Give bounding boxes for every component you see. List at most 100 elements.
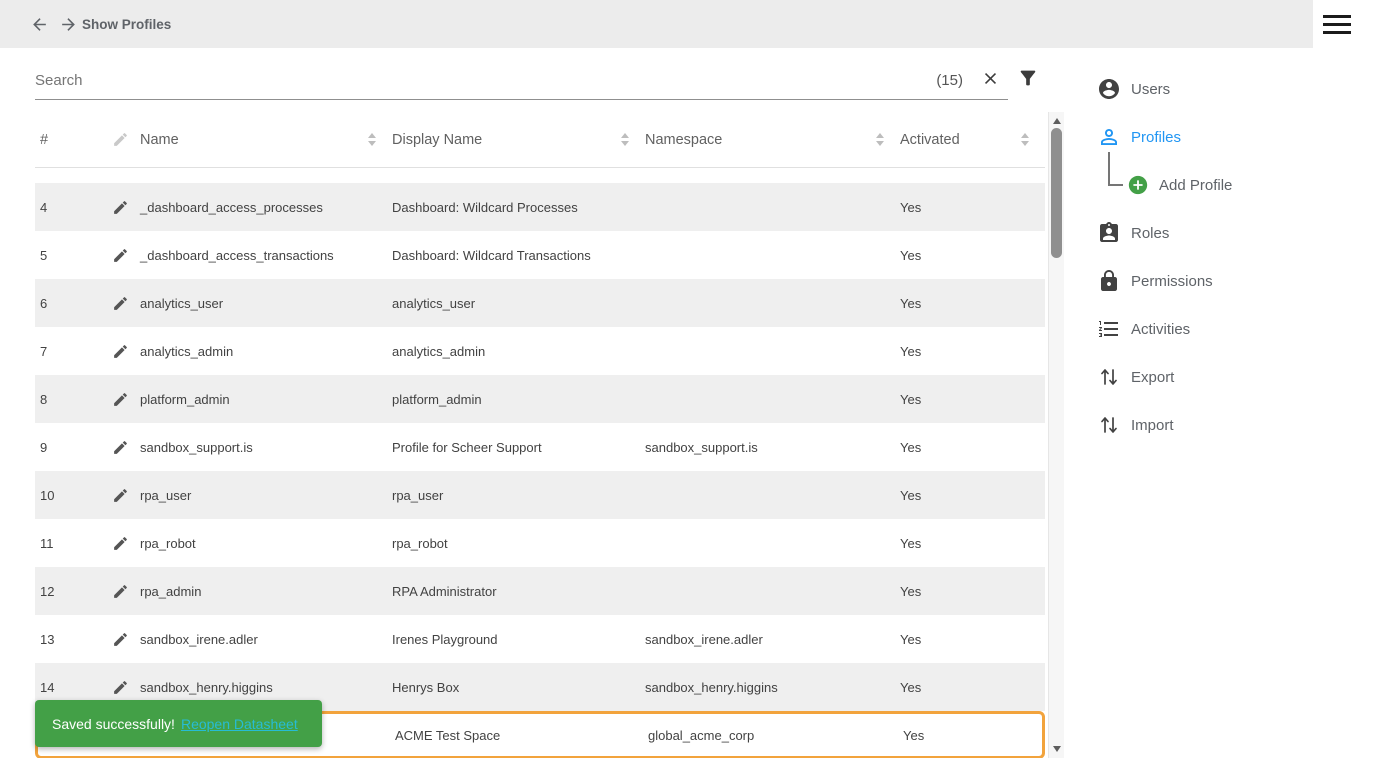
sort-namespace[interactable] (876, 133, 884, 146)
scrollbar-down-button[interactable] (1049, 742, 1064, 756)
cell-display-name: rpa_robot (392, 536, 645, 551)
sidebar-item-roles[interactable]: Roles (1085, 209, 1384, 257)
cell-display-name: Profile for Scheer Support (392, 440, 645, 455)
table-row[interactable]: 13 sandbox_irene.adler Irenes Playground… (35, 615, 1045, 663)
cell-activated: Yes (900, 392, 1045, 407)
clear-search-button[interactable] (981, 69, 1000, 91)
table-row[interactable]: 8 platform_admin platform_admin Yes (35, 375, 1045, 423)
result-count: (15) (936, 72, 963, 89)
cell-display-name: Dashboard: Wildcard Processes (392, 200, 645, 215)
sidebar-subtree: Add Profile (1085, 161, 1384, 209)
cell-activated: Yes (900, 632, 1045, 647)
person-outline-icon (1097, 125, 1121, 149)
partial-row (35, 168, 1045, 183)
cell-num: 5 (35, 248, 100, 263)
edit-icon (112, 391, 129, 408)
sidebar-item-activities[interactable]: Activities (1085, 305, 1384, 353)
cell-activated: Yes (900, 584, 1045, 599)
table-row[interactable]: 11 rpa_robot rpa_robot Yes (35, 519, 1045, 567)
edit-icon (112, 631, 129, 648)
cell-namespace: sandbox_henry.higgins (645, 680, 900, 695)
cell-activated: Yes (900, 440, 1045, 455)
edit-icon (112, 487, 129, 504)
table-row[interactable]: 9 sandbox_support.is Profile for Scheer … (35, 423, 1045, 471)
edit-button[interactable] (100, 391, 140, 408)
cell-num: 4 (35, 200, 100, 215)
edit-button[interactable] (100, 679, 140, 696)
edit-icon (112, 295, 129, 312)
back-arrow-icon[interactable] (30, 15, 49, 34)
table-row[interactable]: 4 _dashboard_access_processes Dashboard:… (35, 183, 1045, 231)
sort-display-name[interactable] (621, 133, 629, 146)
lock-icon (1097, 269, 1121, 293)
forward-arrow-icon[interactable] (59, 15, 78, 34)
scrollbar-up-button[interactable] (1049, 114, 1064, 128)
cell-num: 9 (35, 440, 100, 455)
cell-activated: Yes (900, 296, 1045, 311)
cell-name: _dashboard_access_transactions (140, 248, 392, 263)
edit-button[interactable] (100, 535, 140, 552)
cell-num: 11 (35, 536, 100, 551)
sidebar-item-add-profile[interactable]: Add Profile (1085, 161, 1384, 209)
search-input[interactable] (35, 72, 936, 89)
table-row[interactable]: 12 rpa_admin RPA Administrator Yes (35, 567, 1045, 615)
hamburger-menu-icon[interactable] (1323, 10, 1351, 39)
edit-icon (112, 679, 129, 696)
cell-num: 12 (35, 584, 100, 599)
toast-message: Saved successfully! (52, 716, 175, 732)
edit-button[interactable] (100, 631, 140, 648)
cell-name: analytics_user (140, 296, 392, 311)
profiles-table: # Name Display Name Namespace Activated … (35, 112, 1045, 758)
cell-name: rpa_robot (140, 536, 392, 551)
cell-namespace: sandbox_support.is (645, 440, 900, 455)
sidebar: Users Profiles Add Profile Roles Permiss… (1085, 48, 1384, 449)
edit-button[interactable] (100, 487, 140, 504)
nav-arrows (30, 0, 78, 48)
header-namespace: Namespace (645, 132, 900, 148)
sidebar-item-profiles[interactable]: Profiles (1085, 113, 1384, 161)
sidebar-item-users[interactable]: Users (1085, 65, 1384, 113)
import-export-icon (1097, 413, 1121, 437)
cell-display-name: Irenes Playground (392, 632, 645, 647)
cell-activated: Yes (900, 680, 1045, 695)
edit-button[interactable] (100, 343, 140, 360)
sort-activated[interactable] (1021, 133, 1029, 146)
table-row[interactable]: 5 _dashboard_access_transactions Dashboa… (35, 231, 1045, 279)
edit-button[interactable] (100, 295, 140, 312)
filter-button[interactable] (1017, 67, 1039, 92)
cell-num: 6 (35, 296, 100, 311)
table-row[interactable]: 10 rpa_user rpa_user Yes (35, 471, 1045, 519)
edit-button[interactable] (100, 583, 140, 600)
cell-display-name: RPA Administrator (392, 584, 645, 599)
cell-num: 8 (35, 392, 100, 407)
reopen-datasheet-link[interactable]: Reopen Datasheet (181, 716, 298, 732)
sort-name[interactable] (368, 133, 376, 146)
table-row[interactable]: 6 analytics_user analytics_user Yes (35, 279, 1045, 327)
cell-activated: Yes (900, 488, 1045, 503)
sidebar-item-import[interactable]: Import (1085, 401, 1384, 449)
scrollbar-thumb[interactable] (1051, 128, 1062, 258)
close-icon (981, 69, 1000, 88)
edit-button[interactable] (100, 439, 140, 456)
cell-num: 14 (35, 680, 100, 695)
cell-name: _dashboard_access_processes (140, 200, 392, 215)
table-header: # Name Display Name Namespace Activated (35, 112, 1045, 168)
sidebar-item-permissions[interactable]: Permissions (1085, 257, 1384, 305)
header-num: # (35, 132, 100, 148)
cell-display-name: Dashboard: Wildcard Transactions (392, 248, 645, 263)
cell-display-name: ACME Test Space (395, 728, 648, 743)
cell-activated: Yes (900, 248, 1045, 263)
header-activated: Activated (900, 132, 1045, 148)
page-title: Show Profiles (82, 0, 171, 48)
header-name: Name (140, 132, 392, 148)
cell-activated: Yes (903, 728, 1048, 743)
table-row[interactable]: 7 analytics_admin analytics_admin Yes (35, 327, 1045, 375)
edit-icon (112, 439, 129, 456)
edit-button[interactable] (100, 199, 140, 216)
cell-name: sandbox_irene.adler (140, 632, 392, 647)
cell-display-name: analytics_admin (392, 344, 645, 359)
edit-button[interactable] (100, 247, 140, 264)
cell-activated: Yes (900, 536, 1045, 551)
scrollbar-track[interactable] (1048, 112, 1064, 758)
sidebar-item-export[interactable]: Export (1085, 353, 1384, 401)
